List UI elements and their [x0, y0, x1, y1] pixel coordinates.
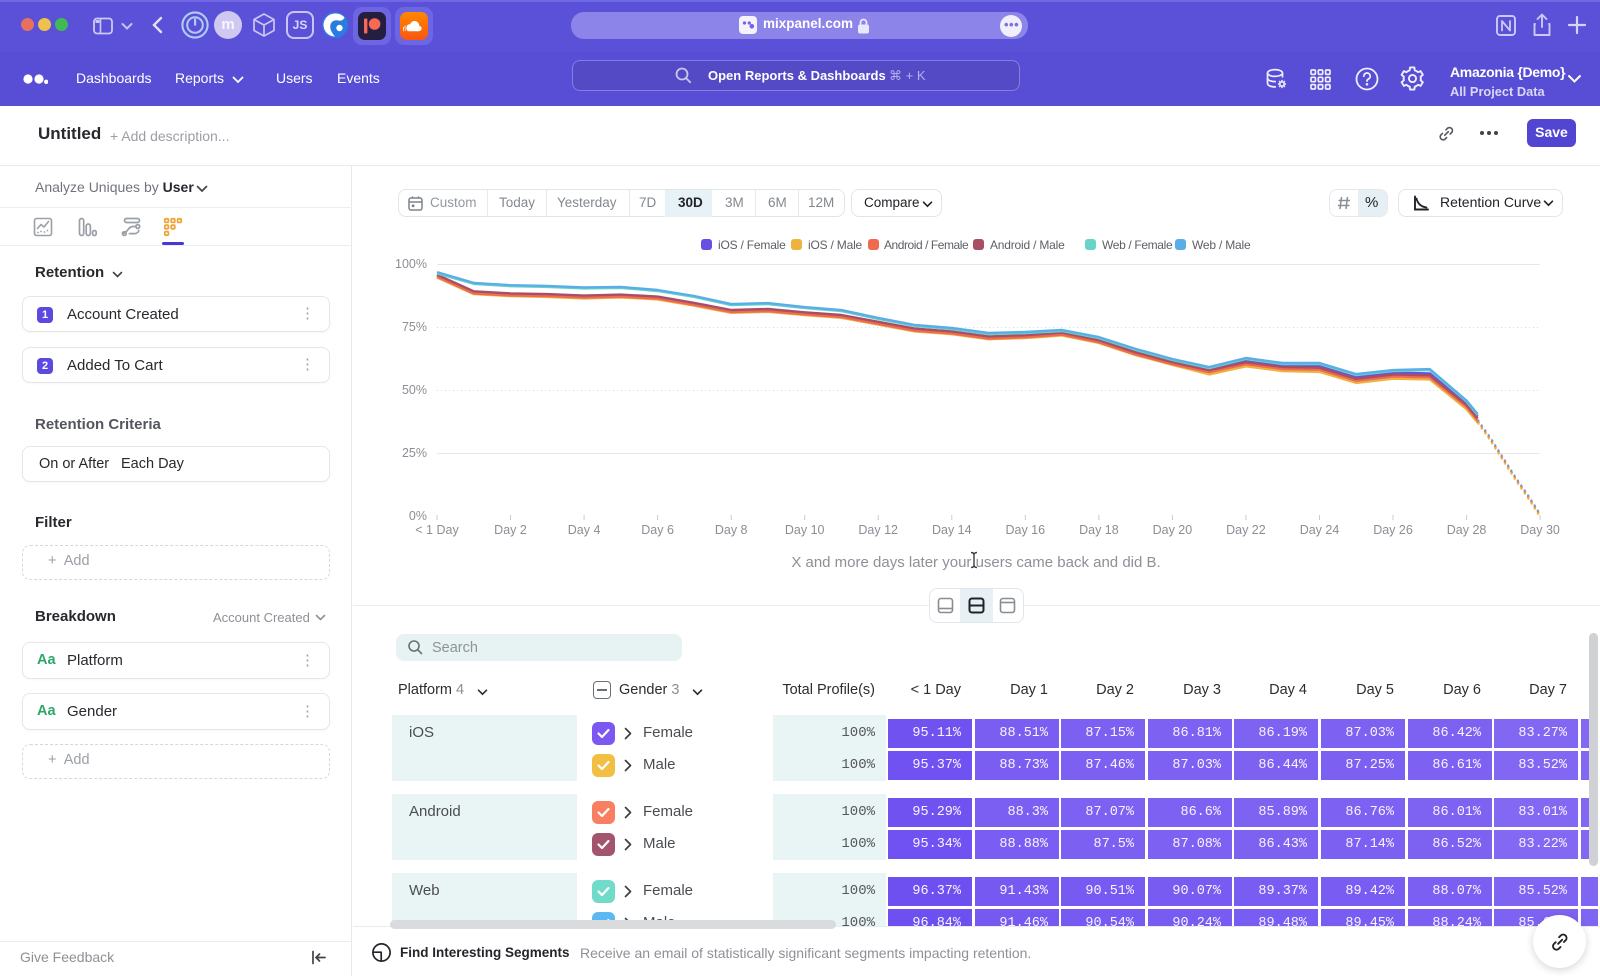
svg-text:Day 18: Day 18: [1079, 523, 1119, 537]
svg-text:Day 6: Day 6: [641, 523, 674, 537]
svg-text:0%: 0%: [409, 509, 427, 523]
svg-text:Day 10: Day 10: [785, 523, 825, 537]
svg-text:Day 24: Day 24: [1300, 523, 1340, 537]
svg-text:100%: 100%: [395, 257, 427, 271]
svg-text:75%: 75%: [402, 320, 427, 334]
svg-text:< 1 Day: < 1 Day: [415, 523, 459, 537]
svg-text:Day 30: Day 30: [1520, 523, 1560, 537]
svg-text:Day 22: Day 22: [1226, 523, 1266, 537]
svg-text:Day 20: Day 20: [1153, 523, 1193, 537]
svg-text:Day 28: Day 28: [1447, 523, 1487, 537]
svg-text:Day 4: Day 4: [568, 523, 601, 537]
svg-text:Day 14: Day 14: [932, 523, 972, 537]
svg-text:Day 12: Day 12: [858, 523, 898, 537]
svg-text:Day 2: Day 2: [494, 523, 527, 537]
svg-text:25%: 25%: [402, 446, 427, 460]
svg-text:Day 16: Day 16: [1005, 523, 1045, 537]
svg-text:50%: 50%: [402, 383, 427, 397]
svg-text:Day 8: Day 8: [715, 523, 748, 537]
svg-text:Day 26: Day 26: [1373, 523, 1413, 537]
